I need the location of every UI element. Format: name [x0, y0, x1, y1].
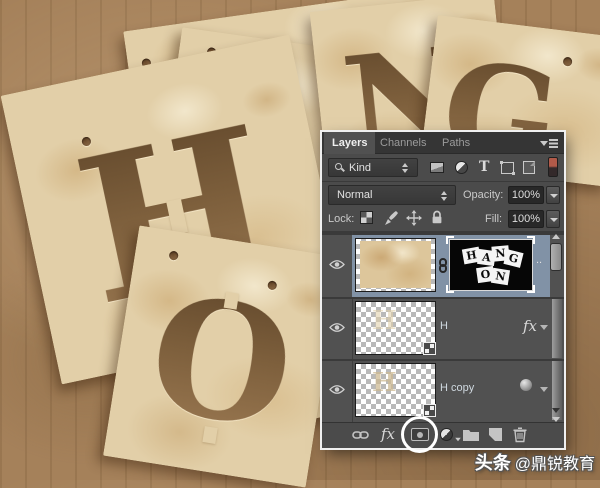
visibility-eye-icon[interactable]: [329, 259, 345, 270]
panel-tab-bar: Layers Channels Paths: [322, 132, 564, 154]
link-layers-icon[interactable]: [352, 428, 369, 442]
delete-layer-trash-icon[interactable]: [512, 426, 528, 443]
lock-label: Lock:: [328, 213, 354, 225]
panel-bottom-toolbar: fx: [322, 422, 564, 446]
visibility-eye-icon[interactable]: [329, 384, 345, 395]
opacity-dropdown-button[interactable]: [546, 186, 560, 204]
visibility-eye-icon[interactable]: [329, 322, 345, 333]
thumbnail-letter: H: [372, 306, 397, 336]
scroll-up-arrow-icon[interactable]: [552, 234, 560, 239]
layer-thumbnail[interactable]: [355, 238, 436, 292]
panel-menu-icon[interactable]: [540, 138, 558, 149]
blend-mode-value: Normal: [337, 189, 372, 201]
mask-selected-bracket: [446, 236, 454, 244]
tab-channels[interactable]: Channels: [372, 132, 434, 154]
scrollbar-track[interactable]: [552, 299, 562, 358]
filter-kind-dropdown[interactable]: Kind: [328, 158, 418, 177]
adjustment-dropdown-arrow-icon: [455, 438, 461, 442]
updown-arrows-icon: [402, 163, 409, 173]
search-icon: [335, 163, 342, 170]
scroll-track-end-arrow-icon: [552, 408, 560, 413]
mask-mini-card: N: [491, 268, 510, 285]
smart-object-badge-icon: [423, 342, 436, 355]
fill-value-box[interactable]: 100%: [508, 210, 544, 228]
paper-texture-thumbnail: [360, 241, 431, 288]
smart-object-badge-icon: [423, 404, 436, 417]
expand-effects-arrow-icon[interactable]: [540, 325, 548, 330]
thumbnail-letter: H: [372, 368, 397, 398]
updown-arrows-icon: [441, 191, 448, 201]
opacity-label: Opacity:: [463, 189, 503, 201]
filter-pixel-layers-icon[interactable]: [430, 162, 444, 173]
divider: [322, 181, 564, 182]
layer-mask-thumbnail[interactable]: H A N G O N: [449, 239, 533, 291]
filter-kind-label: Kind: [349, 162, 371, 174]
new-group-folder-icon[interactable]: [462, 427, 480, 442]
stencil-bridge: [224, 292, 239, 310]
divider: [322, 297, 564, 299]
expand-effects-arrow-icon[interactable]: [540, 387, 548, 392]
layers-panel: Layers Channels Paths Kind T Normal Opac…: [322, 132, 564, 448]
mask-selected-bracket: [527, 285, 535, 293]
new-layer-icon[interactable]: [489, 428, 502, 441]
layer-list: H A N G O N .. H H fx H: [322, 231, 564, 422]
layer-thumbnail[interactable]: H: [355, 301, 436, 355]
filter-type-layers-icon[interactable]: T: [479, 161, 489, 174]
tab-layers[interactable]: Layers: [324, 132, 375, 154]
mask-mini-card: G: [503, 249, 523, 268]
layer-name[interactable]: H: [440, 320, 448, 332]
filter-on-off-toggle[interactable]: [548, 157, 558, 177]
divider: [322, 359, 564, 361]
fill-dropdown-button[interactable]: [546, 210, 560, 228]
annotation-highlight-circle: [401, 416, 438, 453]
lock-transparency-icon[interactable]: [360, 211, 373, 224]
watermark-platform: 头条: [475, 453, 511, 473]
layer-name-truncated: ..: [536, 254, 542, 266]
add-adjustment-layer-icon[interactable]: [440, 428, 453, 441]
fill-label: Fill:: [485, 213, 502, 225]
add-layer-style-icon[interactable]: fx: [381, 425, 395, 443]
opacity-value-box[interactable]: 100%: [508, 186, 544, 204]
scrollbar-thumb[interactable]: [550, 243, 562, 271]
lock-all-padlock-icon[interactable]: [429, 209, 445, 225]
stencil-letter-o: O: [140, 272, 303, 452]
filter-adjustment-layers-icon[interactable]: [455, 161, 468, 174]
watermark-account: @鼎锐教育: [515, 456, 595, 473]
layer-thumbnail[interactable]: H: [355, 363, 436, 417]
filter-smart-objects-icon[interactable]: [523, 161, 535, 174]
mask-selected-bracket: [527, 236, 535, 244]
watermark: 头条@鼎锐教育: [475, 449, 595, 475]
mask-link-chain-icon[interactable]: [439, 258, 447, 273]
layer-fx-badge[interactable]: fx: [523, 317, 537, 335]
mask-selected-bracket: [446, 285, 454, 293]
layer-effects-circle-icon[interactable]: [520, 379, 532, 391]
paper-card-o: O: [103, 225, 342, 487]
layer-name[interactable]: H copy: [440, 382, 474, 394]
filter-shape-layers-icon[interactable]: [501, 162, 514, 174]
tab-paths[interactable]: Paths: [434, 132, 478, 154]
lock-position-move-icon[interactable]: [406, 210, 422, 226]
blend-mode-dropdown[interactable]: Normal: [328, 185, 456, 205]
stencil-bridge: [202, 426, 217, 444]
lock-pixels-brush-icon[interactable]: [382, 210, 398, 226]
